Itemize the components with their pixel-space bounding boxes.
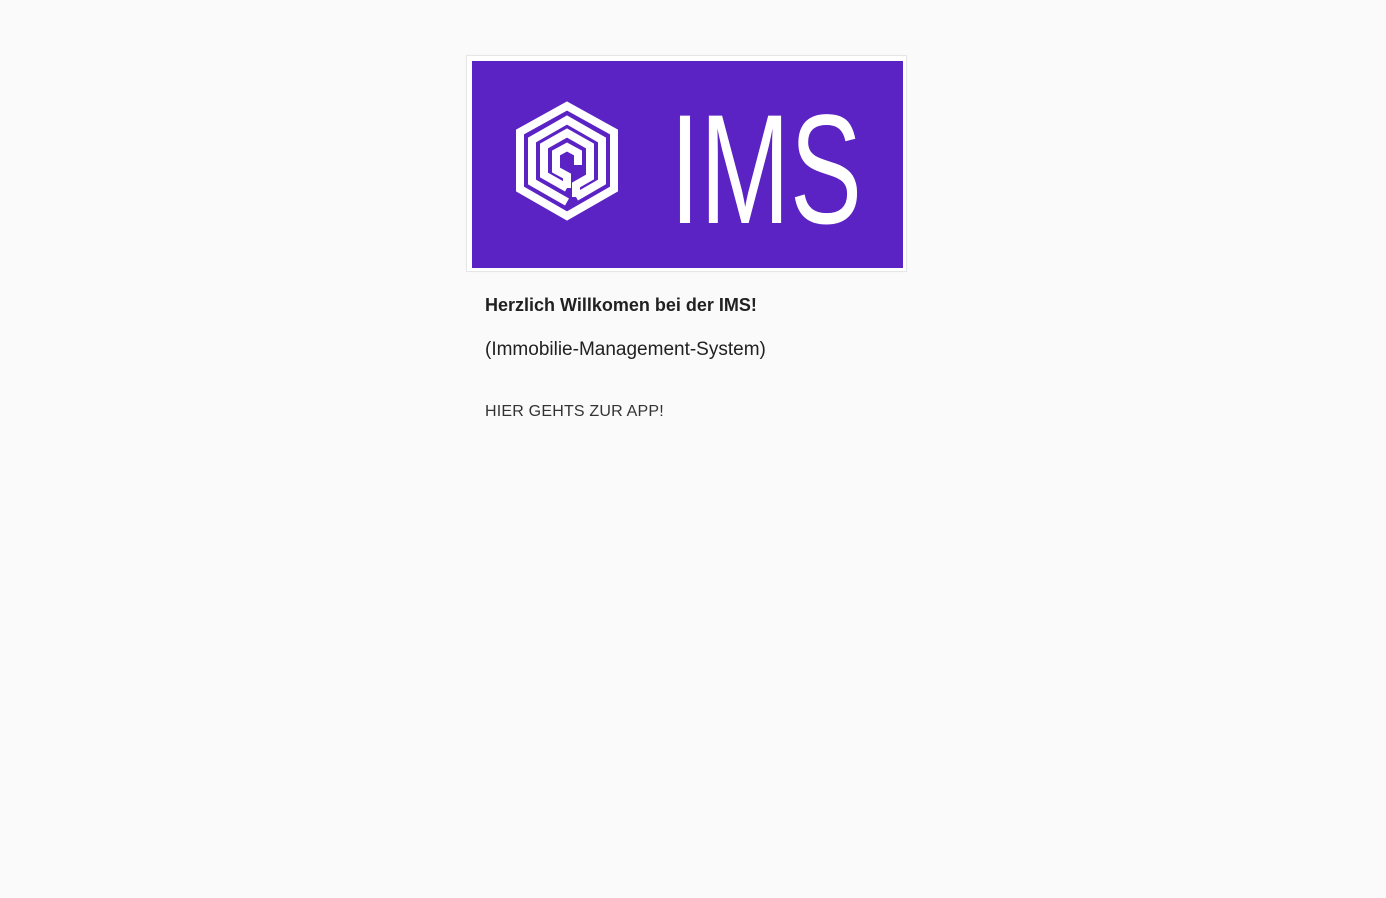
welcome-section: Herzlich Willkomen bei der IMS! (Immobil…	[485, 292, 905, 422]
ims-logo-graphic: IMS	[516, 83, 862, 257]
logo-card: IMS	[466, 55, 907, 272]
hexagon-spiral-icon	[516, 101, 618, 221]
ims-logo: IMS	[472, 61, 903, 268]
landing-page: IMS Herzlich Willkomen bei der IMS! (Imm…	[0, 0, 1386, 898]
go-to-app-link[interactable]: HIER GEHTS ZUR APP!	[485, 402, 664, 422]
welcome-title: Herzlich Willkomen bei der IMS!	[485, 295, 757, 315]
welcome-subtitle: (Immobilie-Management-System)	[485, 339, 766, 360]
logo-wordmark: IMS	[670, 83, 862, 257]
